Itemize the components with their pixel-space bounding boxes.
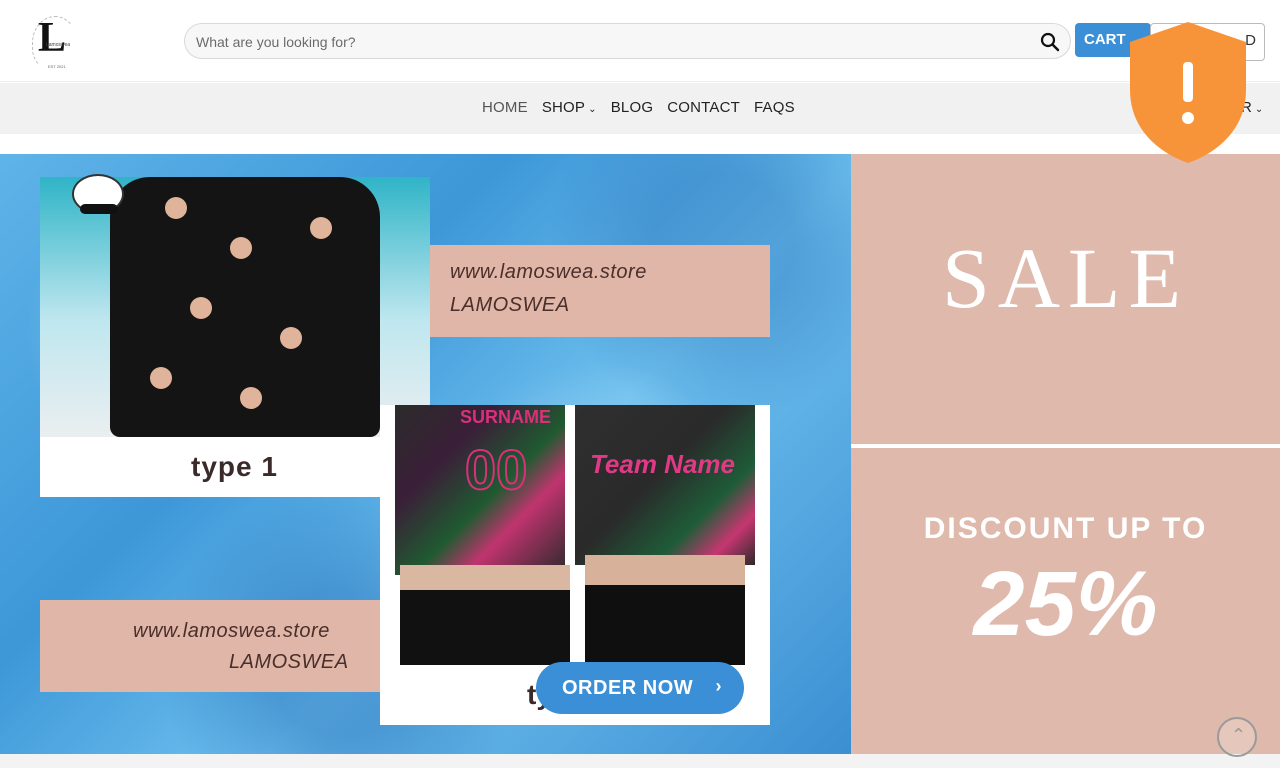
brand-text: LAMOSWEA <box>229 651 349 673</box>
search-icon[interactable] <box>1040 32 1060 52</box>
bottom-strip <box>0 754 1280 768</box>
url-box-bottom: www.lamoswea.store LAMOSWEA <box>40 600 380 692</box>
discount-text: DISCOUNT UP TO <box>923 512 1208 545</box>
order-now-label: ORDER NOW <box>562 676 694 699</box>
mustache-icon <box>80 204 118 214</box>
back-to-top-button[interactable]: ⌃ <box>1217 717 1257 757</box>
face-print <box>190 297 212 319</box>
warning-shield-icon[interactable] <box>1127 20 1249 165</box>
main-navigation: HOME SHOP ⌄ BLOG CONTACT FAQS R ⌄ <box>0 83 1280 134</box>
sale-promo[interactable]: SALE DISCOUNT UP TO 25% <box>851 154 1280 754</box>
face-print <box>165 197 187 219</box>
url-box-top: www.lamoswea.store LAMOSWEA <box>430 245 770 337</box>
face-print <box>240 387 262 409</box>
chevron-down-icon: ⌄ <box>588 104 597 115</box>
nav-item-contact[interactable]: CONTACT <box>667 99 740 116</box>
face-print <box>280 327 302 349</box>
discount-percent: 25% <box>973 553 1158 655</box>
cart-label: CART <box>1084 31 1126 48</box>
site-logo[interactable]: L Lamoswea EST 2021 <box>30 12 80 72</box>
url-text: www.lamoswea.store <box>133 620 330 642</box>
model-pants <box>400 590 570 665</box>
url-text: www.lamoswea.store <box>450 261 647 283</box>
chevron-up-icon: ⌃ <box>1231 725 1247 745</box>
nav-item-faqs[interactable]: FAQS <box>754 99 795 116</box>
logo-brand: Lamoswea <box>46 42 71 48</box>
face-print <box>150 367 172 389</box>
sale-heading: SALE <box>942 230 1189 326</box>
divider <box>851 444 1280 448</box>
nav-item-shop-label: SHOP <box>541 99 586 116</box>
brand-text: LAMOSWEA <box>450 294 570 316</box>
hero-banner[interactable]: type 1 www.lamoswea.store LAMOSWEA SURNA… <box>0 154 851 754</box>
type1-caption: type 1 <box>40 437 430 497</box>
jersey-graphic <box>575 405 755 565</box>
chevron-down-icon: ⌄ <box>1254 104 1264 115</box>
jersey-surname: SURNAME <box>460 407 552 427</box>
model-pants <box>585 585 745 665</box>
product-photo-jersey: SURNAME 00 Team Name <box>380 405 770 665</box>
nav-item-home[interactable]: HOME <box>482 99 528 116</box>
search-bar <box>184 23 1071 59</box>
jersey-team: Team Name <box>590 449 735 479</box>
type1-label: type 1 <box>191 451 278 482</box>
nav-item-shop[interactable]: SHOP ⌄ <box>542 99 597 116</box>
jersey-number: 00 <box>464 437 528 502</box>
nav-item-blog[interactable]: BLOG <box>611 99 653 116</box>
chevron-right-icon: › <box>715 676 722 696</box>
site-header: L Lamoswea EST 2021 CART D <box>0 0 1280 82</box>
logo-est: EST 2021 <box>48 64 66 69</box>
search-input[interactable] <box>196 31 1016 53</box>
logo-letter: L <box>38 15 67 61</box>
mustache-badge-icon <box>72 174 124 214</box>
face-print <box>310 217 332 239</box>
face-print <box>230 237 252 259</box>
nav-menu: HOME SHOP ⌄ BLOG CONTACT FAQS <box>482 99 795 116</box>
order-now-button[interactable]: ORDER NOW › <box>536 662 744 714</box>
